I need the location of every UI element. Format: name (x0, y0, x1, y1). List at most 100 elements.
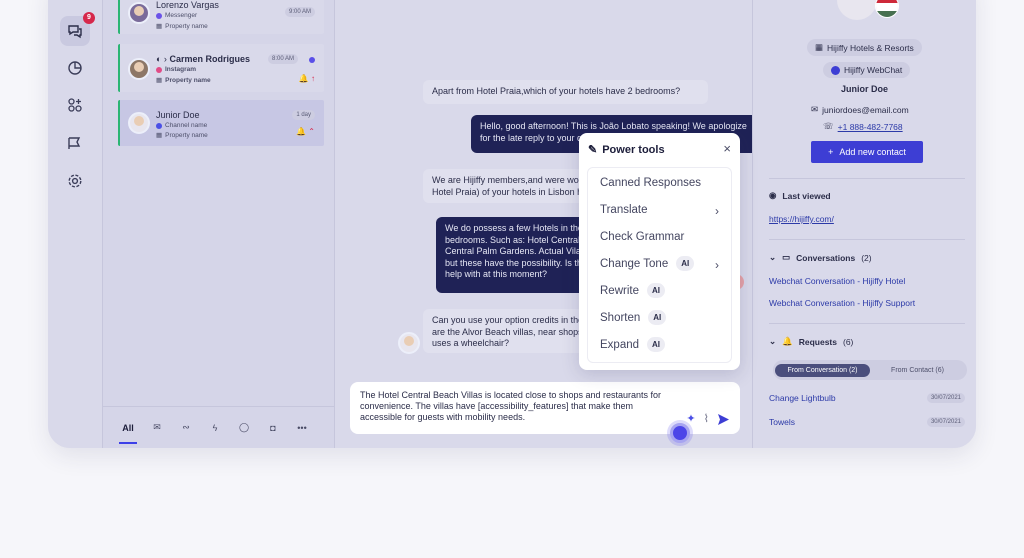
apps-icon (68, 98, 82, 112)
ai-badge: AI (647, 337, 666, 352)
paperclip-icon[interactable]: ⌇ (704, 414, 709, 425)
popover-title: ✎ Power tools (588, 143, 665, 157)
conversation-link[interactable]: Webchat Conversation - Hijiffy Support (769, 298, 915, 308)
priority-up-icon: 🔔 ↑ (298, 74, 315, 83)
property-label: ▦ Property name (156, 22, 208, 31)
building-icon: ▦ (156, 132, 163, 139)
megaphone-icon (68, 137, 81, 149)
avatar (128, 58, 150, 80)
message-incoming: Apart from Hotel Praia,which of your hot… (423, 80, 708, 104)
request-item[interactable]: Change Lightbulb 30/07/2021 (769, 393, 965, 403)
conversation-link[interactable]: Webchat Conversation - Hijiffy Hotel (769, 276, 905, 286)
whatsapp-icon: ◯ (238, 422, 250, 432)
pie-chart-icon (68, 61, 82, 75)
channel-filter-tabs: All ✉ ∾ ϟ ◯ ◘ ••• (103, 406, 334, 448)
channel-pill: Hijiffy WebChat (823, 62, 911, 78)
building-icon: ▦ (156, 77, 163, 84)
conversation-list: Lorenzo Vargas Messenger ▦ Property name … (102, 0, 335, 448)
ai-badge: AI (676, 256, 695, 271)
nav-integrations[interactable] (63, 93, 87, 117)
ai-badge: AI (646, 283, 665, 298)
eye-icon: ◉ (769, 190, 777, 200)
contact-email[interactable]: ✉ juniordoes@email.com (811, 104, 909, 115)
tab-from-contact[interactable]: From Contact (6) (870, 367, 965, 374)
requests-header[interactable]: ⌄ 🔔 Requests (6) (769, 336, 853, 347)
conversation-card-lorenzo[interactable]: Lorenzo Vargas Messenger ▦ Property name … (118, 0, 324, 34)
timestamp: 9:00 AM (284, 7, 315, 17)
property-label: ▦ Property name (156, 131, 208, 140)
contact-name: Junior Doe (841, 84, 889, 94)
unread-badge: 9 (83, 12, 95, 24)
instagram-icon (156, 66, 162, 73)
tab-email[interactable]: ✉ (148, 419, 166, 437)
instagram-icon: ◘ (270, 422, 276, 433)
tab-whatsapp[interactable]: ◯ (235, 419, 253, 437)
tab-from-conversation[interactable]: From Conversation (2) (775, 363, 870, 377)
conversation-card-carmen[interactable]: ◐ › Carmen Rodrigues Instagram ▦ Property… (118, 44, 324, 92)
contact-avatar (398, 332, 420, 354)
priority-high-icon: 🔔 ⌃ (296, 127, 315, 136)
contact-photo (837, 0, 877, 20)
chevron-down-icon: ⌄ (769, 336, 777, 346)
nav-analytics[interactable] (63, 56, 87, 80)
nav-settings[interactable] (63, 169, 87, 193)
nav-campaigns[interactable] (63, 131, 87, 155)
tab-all[interactable]: All (119, 419, 137, 444)
webchat-icon (156, 122, 162, 129)
tab-instagram[interactable]: ◘ (264, 419, 282, 437)
last-viewed-link[interactable]: https://hijiffy.com/ (769, 214, 834, 224)
channel-label: Instagram (156, 66, 196, 73)
chevron-right-icon: › (715, 204, 719, 218)
menu-item-change-tone[interactable]: Change Tone AI (600, 256, 695, 271)
menu-item-check-grammar[interactable]: Check Grammar (600, 231, 684, 243)
webchat-wave-icon: ∾ (182, 422, 190, 432)
messenger-icon (156, 12, 162, 19)
magic-wand-icon[interactable]: ✦ (686, 414, 695, 425)
app-window: 9 Lorenzo Vargas Messenger ▦ Property nam… (48, 0, 976, 448)
menu-item-rewrite[interactable]: Rewrite AI (600, 283, 665, 298)
magic-wand-icon: ✎ (588, 144, 598, 156)
contact-name: ◐ › Carmen Rodrigues (156, 54, 250, 64)
request-item[interactable]: Towels 30/07/2021 (769, 417, 965, 427)
add-contact-button[interactable]: + Add new contact (811, 141, 923, 163)
menu-item-canned-responses[interactable]: Canned Responses (600, 177, 701, 189)
avatar (128, 112, 150, 134)
contact-panel: ▦ Hijiffy Hotels & Resorts Hijiffy WebCha… (752, 0, 976, 448)
mail-icon: ✉ (811, 104, 819, 114)
gear-icon (68, 174, 82, 188)
contact-phone[interactable]: ☏ +1 888-482-7768 (823, 121, 903, 132)
plus-icon: + (828, 147, 834, 157)
conversation-card-junior[interactable]: Junior Doe Channel name ▦ Property name 1… (118, 100, 324, 146)
nav-conversations[interactable]: 9 (60, 12, 95, 46)
menu-item-expand[interactable]: Expand AI (600, 337, 666, 352)
send-icon[interactable] (717, 413, 730, 426)
requests-segment: From Conversation (2) From Contact (6) (773, 360, 967, 380)
power-tools-popover: ✎ Power tools × Canned Responses Translat… (579, 133, 740, 370)
chevron-down-icon: ⌄ (769, 252, 777, 262)
menu-item-shorten[interactable]: Shorten AI (600, 310, 667, 325)
last-viewed-header: ◉ Last viewed (769, 190, 831, 201)
hungary-flag-icon (875, 0, 899, 18)
mail-icon: ✉ (153, 422, 161, 432)
timestamp: 1 day (292, 110, 315, 120)
divider (769, 323, 965, 324)
property-label: ▦ Property name (156, 76, 211, 85)
messenger-icon: ϟ (212, 422, 218, 433)
divider (769, 239, 965, 240)
divider (769, 178, 965, 179)
channel-label: Channel name (156, 122, 207, 129)
chevron-right-icon: › (715, 258, 719, 272)
composer-text[interactable]: The Hotel Central Beach Villas is locate… (360, 390, 665, 423)
tab-more[interactable]: ••• (293, 419, 311, 437)
conversations-header[interactable]: ⌄ ▭ Conversations (2) (769, 252, 872, 263)
ai-badge: AI (648, 310, 667, 325)
nav-rail: 9 (48, 0, 102, 448)
building-icon: ▦ (815, 42, 824, 52)
composer-actions: ✦ ⌇ (686, 413, 730, 426)
tab-messenger[interactable]: ϟ (206, 419, 224, 437)
close-icon[interactable]: × (723, 142, 731, 155)
chat-icon: ▭ (782, 252, 791, 262)
menu-item-translate[interactable]: Translate (600, 204, 648, 216)
power-tools-menu: Canned Responses Translate › Check Gramm… (587, 167, 732, 363)
tab-webchat[interactable]: ∾ (177, 419, 195, 437)
